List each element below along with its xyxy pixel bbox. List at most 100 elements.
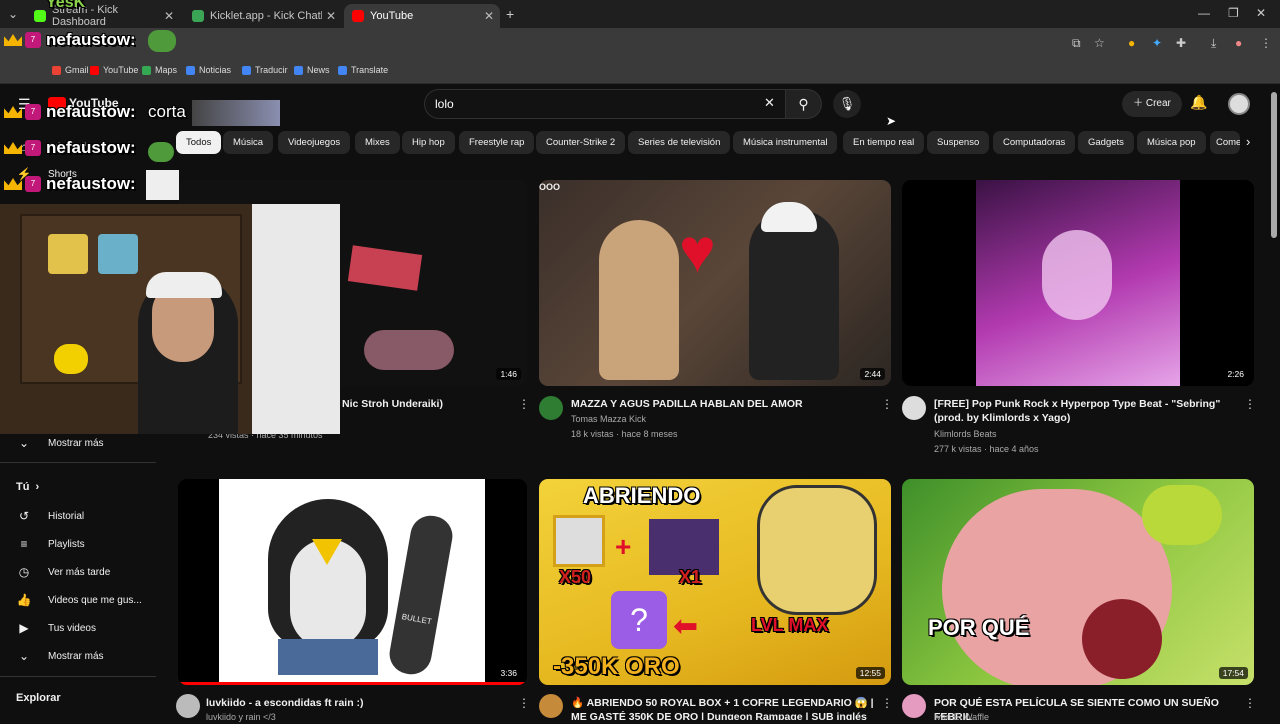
chip-gadgets[interactable]: Gadgets bbox=[1078, 131, 1134, 154]
sidebar-you-header[interactable]: Tú › bbox=[16, 481, 39, 493]
chip-freestyle-rap[interactable]: Freestyle rap bbox=[459, 131, 535, 154]
bookmark-star-icon[interactable]: ☆ bbox=[1094, 36, 1105, 50]
chips-next-chevron-icon[interactable]: › bbox=[1246, 134, 1250, 149]
bookmark-noticias[interactable]: Noticias bbox=[186, 65, 231, 75]
chip-musica[interactable]: Música bbox=[223, 131, 274, 154]
sidebar-item-playlists[interactable]: ≡ Playlists bbox=[16, 537, 84, 551]
sidebar-show-more-1[interactable]: ⌄ Mostrar más bbox=[16, 436, 104, 450]
thumb-face bbox=[1042, 230, 1112, 320]
channel-name-4[interactable]: luvkiido y rain </3 bbox=[206, 712, 276, 722]
channel-name-6[interactable]: Iván El Waffle bbox=[934, 712, 989, 722]
chip-hip-hop[interactable]: Hip hop bbox=[402, 131, 455, 154]
create-button[interactable]: ＋ Crear bbox=[1122, 91, 1182, 117]
chip-videojuegos[interactable]: Videojuegos bbox=[278, 131, 351, 154]
chip-computadoras[interactable]: Computadoras bbox=[993, 131, 1076, 154]
channel-avatar[interactable] bbox=[539, 396, 563, 420]
bookmark-youtube[interactable]: YouTube bbox=[90, 65, 138, 75]
notifications-bell-icon[interactable]: 🔔 bbox=[1190, 94, 1207, 111]
cast-icon[interactable]: ⧉ bbox=[1072, 36, 1081, 51]
chevron-down-icon: ⌄ bbox=[18, 649, 30, 663]
sidebar-item-watch-later[interactable]: ◷ Ver más tarde bbox=[16, 565, 111, 579]
channel-avatar[interactable] bbox=[539, 694, 563, 718]
video-more-options-icon[interactable]: ⋮ bbox=[1244, 397, 1256, 411]
address-bar[interactable]: ⧉ ☆ ● ✦ ✚ ⤓ ● ⋮ bbox=[0, 28, 1280, 60]
download-icon[interactable]: ⤓ bbox=[1211, 36, 1216, 51]
video-thumbnail-3[interactable]: 2:26 bbox=[902, 180, 1254, 386]
webcam-poster bbox=[48, 234, 88, 274]
bookmark-translate[interactable]: Translate bbox=[338, 65, 388, 75]
video-title-4[interactable]: luvkiido - a escondidas ft rain :) bbox=[206, 696, 506, 710]
thumb-frog bbox=[1142, 485, 1222, 545]
video-title-5[interactable]: 🔥 ABRIENDO 50 ROYAL BOX + 1 COFRE LEGEND… bbox=[571, 696, 879, 720]
video-duration: 1:46 bbox=[496, 368, 521, 380]
extensions-puzzle-icon[interactable]: ✚ bbox=[1176, 36, 1186, 50]
thumb-text: X1 bbox=[679, 567, 702, 587]
7tv-badge-icon: 7 bbox=[25, 104, 41, 120]
thumb-cap bbox=[761, 202, 817, 232]
video-title-2[interactable]: MAZZA Y AGUS PADILLA HABLAN DEL AMOR bbox=[571, 397, 871, 411]
new-tab-icon[interactable]: + bbox=[506, 6, 514, 22]
page-scrollbar[interactable] bbox=[1271, 92, 1277, 238]
video-thumbnail-2[interactable]: OOO ♥ 2:44 bbox=[539, 180, 891, 386]
voice-search-mic-icon[interactable]: 🎙 bbox=[833, 90, 861, 118]
close-tab-icon[interactable]: ✕ bbox=[326, 9, 336, 23]
7tv-badge-icon: 7 bbox=[25, 32, 41, 48]
video-more-options-icon[interactable]: ⋮ bbox=[1244, 696, 1256, 710]
minimize-icon[interactable]: — bbox=[1198, 6, 1210, 20]
chip-musica-instrumental[interactable]: Música instrumental bbox=[733, 131, 838, 154]
chip-suspenso[interactable]: Suspenso bbox=[927, 131, 990, 154]
clear-search-icon[interactable]: ✕ bbox=[764, 95, 775, 111]
user-avatar[interactable] bbox=[1228, 93, 1250, 115]
profile-icon[interactable]: ● bbox=[1235, 36, 1242, 50]
channel-avatar[interactable] bbox=[902, 694, 926, 718]
channel-avatar[interactable] bbox=[176, 694, 200, 718]
thumbs-up-icon: 👍 bbox=[16, 593, 32, 607]
search-button[interactable]: ⚲ bbox=[786, 89, 822, 119]
chip-mixes[interactable]: Mixes bbox=[355, 131, 400, 154]
thumb-text: -350K ORO bbox=[553, 653, 680, 680]
thumb-text: ABRIENDO bbox=[583, 483, 701, 508]
channel-name-2[interactable]: Tomas Mazza Kick bbox=[571, 414, 646, 424]
chip-series-tv[interactable]: Series de televisión bbox=[628, 131, 731, 154]
bookmark-news[interactable]: News bbox=[294, 65, 330, 75]
channel-name-3[interactable]: Klimlords Beats bbox=[934, 429, 997, 439]
clock-icon: ◷ bbox=[18, 565, 30, 579]
bookmark-maps[interactable]: Maps bbox=[142, 65, 177, 75]
video-title-3[interactable]: [FREE] Pop Punk Rock x Hyperpop Type Bea… bbox=[934, 397, 1234, 425]
chip-todos[interactable]: Todos bbox=[176, 131, 222, 154]
video-more-options-icon[interactable]: ⋮ bbox=[518, 397, 530, 411]
video-thumbnail-4[interactable]: BULLET 3:36 bbox=[178, 479, 527, 685]
close-tab-icon[interactable]: ✕ bbox=[484, 9, 494, 23]
channel-avatar[interactable] bbox=[902, 396, 926, 420]
extension-icon[interactable]: ● bbox=[1128, 36, 1135, 50]
sidebar-item-historial[interactable]: ↺ Historial bbox=[16, 509, 84, 523]
chip-partial[interactable]: Come bbox=[1210, 131, 1240, 154]
tab-label: Kicklet.app - Kick Chatbot and bbox=[210, 10, 322, 22]
extension-icon[interactable]: ✦ bbox=[1152, 36, 1162, 50]
chip-counter-strike[interactable]: Counter-Strike 2 bbox=[536, 131, 626, 154]
7tv-badge-icon: 7 bbox=[25, 176, 41, 192]
chip-en-tiempo-real[interactable]: En tiempo real bbox=[843, 131, 925, 154]
restore-icon[interactable]: ❐ bbox=[1228, 6, 1239, 20]
window-close-icon[interactable]: ✕ bbox=[1256, 6, 1266, 20]
video-thumbnail-5[interactable]: ABRIENDO X50 + X1 ? ⬅ LVL MAX -350K ORO … bbox=[539, 479, 891, 685]
video-more-options-icon[interactable]: ⋮ bbox=[518, 696, 530, 710]
video-more-options-icon[interactable]: ⋮ bbox=[881, 696, 893, 710]
tab-youtube[interactable]: YouTube ✕ bbox=[344, 4, 500, 28]
search-input[interactable]: lolo bbox=[424, 89, 786, 119]
sidebar-show-more-2[interactable]: ⌄ Mostrar más bbox=[16, 649, 104, 663]
video-more-options-icon[interactable]: ⋮ bbox=[881, 397, 893, 411]
thumb-mouth bbox=[1082, 599, 1162, 679]
thumb-person bbox=[749, 210, 839, 380]
thumb-box bbox=[553, 515, 605, 567]
tab-kicklet[interactable]: Kicklet.app - Kick Chatbot and ✕ bbox=[184, 4, 342, 28]
video-title-1[interactable]: Nic Stroh Underaiki) bbox=[342, 397, 512, 411]
sidebar-item-your-videos[interactable]: ▶ Tus videos bbox=[16, 621, 96, 635]
chip-musica-pop[interactable]: Música pop bbox=[1137, 131, 1206, 154]
video-thumbnail-6[interactable]: POR QUÉ 17:54 bbox=[902, 479, 1254, 685]
bookmark-gmail[interactable]: Gmail bbox=[52, 65, 89, 75]
sidebar-item-liked[interactable]: 👍 Videos que me gus... bbox=[16, 593, 142, 607]
tab-label: YouTube bbox=[370, 10, 414, 22]
menu-icon[interactable]: ⋮ bbox=[1260, 36, 1272, 50]
bookmark-traducir[interactable]: Traducir bbox=[242, 65, 288, 75]
